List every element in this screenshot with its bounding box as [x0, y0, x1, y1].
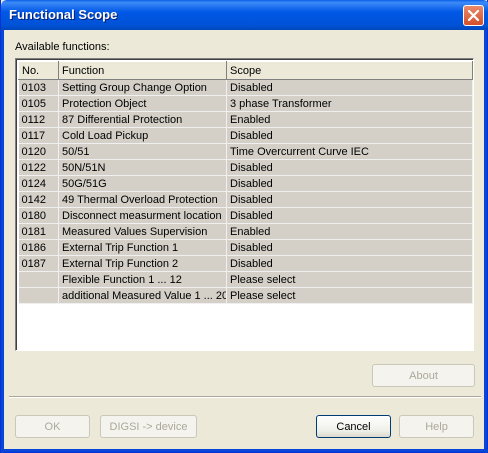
cell-no: 0187: [18, 255, 59, 272]
cell-no: 0180: [18, 207, 59, 224]
cell-scope: Enabled: [226, 111, 473, 128]
available-functions-label: Available functions:: [15, 41, 110, 53]
cell-scope: 3 phase Transformer: [226, 95, 473, 112]
functional-scope-dialog: Functional Scope Available functions: No…: [0, 0, 488, 453]
table-row[interactable]: Flexible Function 1 ... 12 Please select: [18, 271, 473, 288]
table-row[interactable]: 0142 49 Thermal Overload Protection Disabl…: [18, 191, 473, 208]
cell-function: Measured Values Supervision: [58, 223, 227, 240]
cell-scope: Time Overcurrent Curve IEC: [226, 143, 473, 160]
help-button[interactable]: Help: [399, 415, 474, 438]
column-header-function[interactable]: Function: [58, 61, 227, 80]
window-frame-left: [1, 30, 4, 453]
cell-no: [18, 271, 59, 288]
title-bar[interactable]: Functional Scope: [1, 0, 488, 30]
cell-no: 0120: [18, 143, 59, 160]
cell-scope: Disabled: [226, 79, 473, 96]
cell-no: 0124: [18, 175, 59, 192]
close-button[interactable]: [463, 5, 484, 26]
window-frame-right: [484, 30, 487, 453]
cell-no: 0103: [18, 79, 59, 96]
ok-button[interactable]: OK: [15, 415, 90, 438]
functions-list[interactable]: No. Function Scope 0103 Setting Group Cha…: [15, 58, 474, 351]
table-row[interactable]: 0112 87 Differential Protection Enabled: [18, 111, 473, 128]
cell-no: 0122: [18, 159, 59, 176]
cell-scope: Disabled: [226, 159, 473, 176]
cell-function: additional Measured Value 1 ... 20: [58, 287, 227, 304]
functions-table: No. Function Scope 0103 Setting Group Cha…: [18, 61, 473, 304]
cell-function: 49 Thermal Overload Protection: [58, 191, 227, 208]
table-row[interactable]: 0117 Cold Load Pickup Disabled: [18, 127, 473, 144]
cell-function: 87 Differential Protection: [58, 111, 227, 128]
digsi-to-device-button[interactable]: DIGSI -> device: [100, 415, 197, 438]
cell-function: Cold Load Pickup: [58, 127, 227, 144]
window-frame-bottom: [1, 449, 488, 452]
cell-scope: Enabled: [226, 223, 473, 240]
column-header-scope[interactable]: Scope: [226, 61, 473, 80]
cell-no: 0112: [18, 111, 59, 128]
table-row[interactable]: additional Measured Value 1 ... 20 Please…: [18, 287, 473, 304]
cell-no: 0181: [18, 223, 59, 240]
button-separator: [9, 396, 481, 398]
table-row[interactable]: 0180 Disconnect measurment location Disabl…: [18, 207, 473, 224]
cell-no: 0105: [18, 95, 59, 112]
cell-scope: Please select: [226, 287, 473, 304]
cell-scope: Disabled: [226, 239, 473, 256]
cell-no: 0142: [18, 191, 59, 208]
table-row[interactable]: 0181 Measured Values Supervision Enabled: [18, 223, 473, 240]
cell-function: External Trip Function 1: [58, 239, 227, 256]
cell-scope: Disabled: [226, 207, 473, 224]
close-icon: [468, 10, 479, 21]
about-button[interactable]: About: [372, 364, 475, 387]
cell-function: 50G/51G: [58, 175, 227, 192]
window-title: Functional Scope: [9, 7, 118, 22]
table-row[interactable]: 0103 Setting Group Change Option Disabled: [18, 79, 473, 96]
cell-function: Flexible Function 1 ... 12: [58, 271, 227, 288]
table-row[interactable]: 0105 Protection Object 3 phase Transformer: [18, 95, 473, 112]
cell-function: External Trip Function 2: [58, 255, 227, 272]
cell-scope: Disabled: [226, 127, 473, 144]
cell-function: Protection Object: [58, 95, 227, 112]
cell-function: Disconnect measurment location: [58, 207, 227, 224]
cell-function: 50N/51N: [58, 159, 227, 176]
cancel-button[interactable]: Cancel: [316, 415, 391, 438]
table-header-row: No. Function Scope: [18, 61, 473, 80]
table-row[interactable]: 0122 50N/51N Disabled: [18, 159, 473, 176]
table-row[interactable]: 0187 External Trip Function 2 Disabled: [18, 255, 473, 272]
cell-function: 50/51: [58, 143, 227, 160]
table-row[interactable]: 0124 50G/51G Disabled: [18, 175, 473, 192]
cell-scope: Disabled: [226, 191, 473, 208]
cell-scope: Disabled: [226, 175, 473, 192]
cell-no: [18, 287, 59, 304]
column-header-no[interactable]: No.: [18, 61, 59, 80]
cell-scope: Disabled: [226, 255, 473, 272]
cell-no: 0186: [18, 239, 59, 256]
table-row[interactable]: 0120 50/51 Time Overcurrent Curve IEC: [18, 143, 473, 160]
cell-function: Setting Group Change Option: [58, 79, 227, 96]
cell-scope: Please select: [226, 271, 473, 288]
table-row[interactable]: 0186 External Trip Function 1 Disabled: [18, 239, 473, 256]
cell-no: 0117: [18, 127, 59, 144]
